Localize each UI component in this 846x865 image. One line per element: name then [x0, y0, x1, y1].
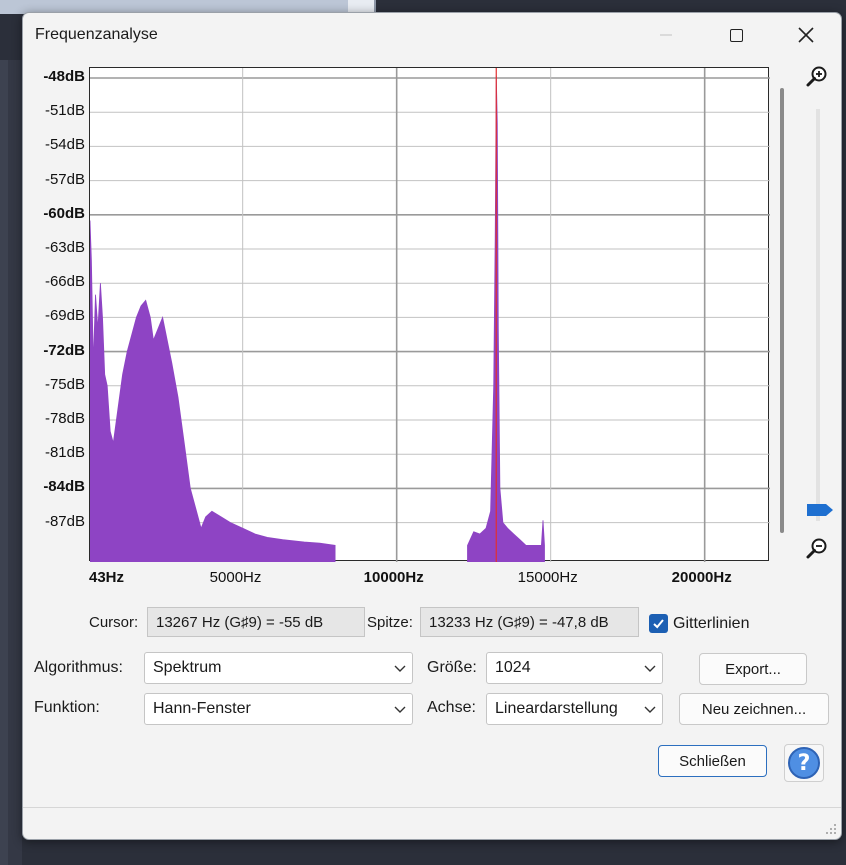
zoom-slider-track[interactable]	[816, 109, 820, 521]
cursor-readout: 13267 Hz (G♯9) = -55 dB	[147, 607, 365, 637]
axis-label: Achse:	[427, 699, 476, 716]
checkmark-icon	[653, 619, 664, 629]
size-label: Größe:	[427, 659, 477, 676]
algorithm-value: Spektrum	[153, 659, 222, 676]
spectrum-plot[interactable]	[89, 67, 770, 562]
y-tick-label: -60dB	[43, 204, 85, 222]
y-tick-label: -81dB	[44, 444, 85, 462]
redraw-button[interactable]: Neu zeichnen...	[679, 693, 829, 725]
function-value: Hann-Fenster	[153, 700, 251, 717]
size-select[interactable]: 1024	[486, 652, 663, 684]
peak-label: Spitze:	[367, 614, 413, 631]
x-tick-label: 15000Hz	[517, 569, 578, 586]
y-tick-label: -84dB	[43, 478, 85, 496]
maximize-icon	[729, 28, 743, 42]
chevron-down-icon	[394, 665, 406, 672]
function-label: Funktion:	[34, 699, 100, 716]
algorithm-select[interactable]: Spektrum	[144, 652, 413, 684]
gridlines-checkbox[interactable]	[649, 614, 668, 633]
gridlines-label[interactable]: Gitterlinien	[673, 615, 749, 633]
y-tick-label: -63dB	[44, 239, 85, 256]
y-tick-label: -51dB	[44, 102, 85, 120]
zoom-slider-handle[interactable]	[806, 503, 834, 517]
peak-readout: 13233 Hz (G♯9) = -47,8 dB	[420, 607, 639, 637]
x-tick-label: 5000Hz	[209, 569, 262, 586]
size-value: 1024	[495, 659, 531, 676]
algorithm-label: Algorithmus:	[34, 659, 123, 676]
x-tick-label: 10000Hz	[363, 569, 424, 586]
help-icon: ?	[788, 747, 820, 779]
x-tick-label: 43Hz	[89, 569, 125, 586]
window-title: Frequenzanalyse	[35, 26, 158, 43]
chevron-down-icon	[644, 706, 656, 713]
y-tick-label: -48dB	[43, 68, 85, 85]
y-tick-label: -87dB	[44, 512, 85, 530]
resize-grip-icon[interactable]	[825, 823, 837, 835]
y-tick-label: -69dB	[44, 307, 85, 325]
y-tick-label: -75dB	[44, 375, 85, 393]
function-select[interactable]: Hann-Fenster	[144, 693, 413, 725]
minimize-button	[643, 13, 689, 57]
spectrum-area	[90, 220, 336, 562]
status-bar-divider	[23, 807, 841, 808]
zoom-out-icon[interactable]	[805, 537, 829, 561]
help-button[interactable]: ?	[784, 744, 824, 782]
title-bar[interactable]: Frequenzanalyse	[23, 13, 841, 57]
chevron-down-icon	[644, 665, 656, 672]
x-tick-label: 20000Hz	[671, 569, 732, 586]
y-tick-label: -66dB	[44, 273, 85, 291]
close-button[interactable]: Schließen	[658, 745, 767, 777]
cursor-label: Cursor:	[89, 614, 139, 631]
y-tick-label: -57dB	[44, 170, 85, 188]
close-window-button[interactable]	[783, 13, 829, 57]
axis-value: Lineardarstellung	[495, 700, 618, 717]
background-panel-edge	[0, 60, 8, 865]
chevron-down-icon	[394, 706, 406, 713]
axis-select[interactable]: Lineardarstellung	[486, 693, 663, 725]
export-button[interactable]: Export...	[699, 653, 807, 685]
minimize-icon	[660, 34, 672, 36]
y-tick-label: -54dB	[44, 136, 85, 154]
zoom-in-icon[interactable]	[805, 65, 829, 89]
close-icon	[798, 27, 814, 43]
frequency-analysis-dialog: Frequenzanalyse -48dB -51dB -54dB -57dB -60d…	[22, 12, 842, 840]
y-tick-label: -78dB	[44, 410, 85, 427]
y-tick-label: -72dB	[43, 341, 85, 359]
spectrum-chart	[90, 68, 770, 562]
vertical-scrollbar[interactable]	[780, 88, 784, 533]
maximize-button[interactable]	[713, 13, 759, 57]
